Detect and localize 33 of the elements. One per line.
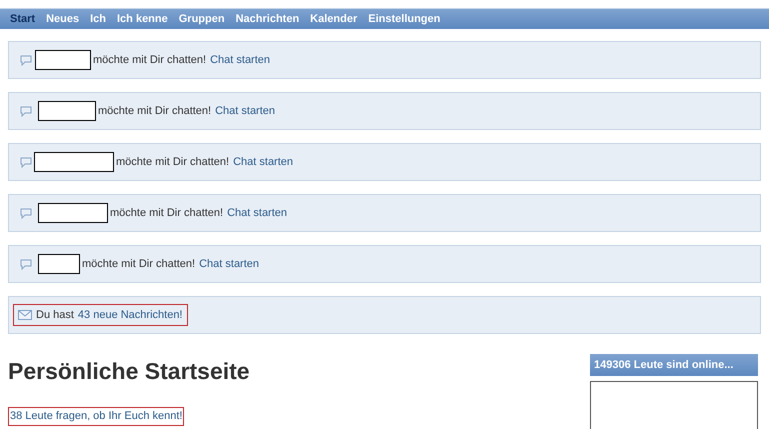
chat-request-text: möchte mit Dir chatten! [116, 154, 230, 170]
speech-bubble-icon [20, 54, 32, 66]
nav-tab[interactable]: Ich kenne [117, 10, 168, 28]
page-heading: Persönliche Startseite [8, 360, 251, 383]
speech-bubble-icon [20, 106, 32, 116]
nav-tab[interactable]: Gruppen [178, 10, 225, 28]
acquaintance-link[interactable]: 38 Leute fragen, ob Ihr Euch kennt! [8, 407, 184, 426]
nav-tab[interactable]: Neues [46, 10, 80, 28]
speech-bubble-icon [20, 208, 32, 218]
messages-text: Du hast [36, 308, 74, 323]
nav-tab[interactable]: Einstellungen [368, 10, 440, 28]
nav-tab[interactable]: Start [10, 10, 36, 28]
chat-request-text: möchte mit Dir chatten! [93, 52, 206, 68]
chat-start-link[interactable]: Chat starten [210, 52, 270, 68]
redacted-name-box [38, 203, 108, 223]
nav-tab[interactable]: Nachrichten [236, 10, 300, 28]
chat-start-link[interactable]: Chat starten [215, 102, 276, 120]
chat-request-text: möchte mit Dir chatten! [82, 256, 196, 272]
chat-start-link[interactable]: Chat starten [233, 154, 294, 170]
chat-start-link[interactable]: Chat starten [199, 256, 260, 272]
chat-start-link[interactable]: Chat starten [227, 204, 288, 222]
redacted-name-box [38, 254, 80, 274]
redacted-name-box [35, 50, 91, 70]
chat-request-text: möchte mit Dir chatten! [110, 206, 224, 221]
chat-request-text: möchte mit Dir chatten! [98, 104, 212, 119]
online-box-title: 149306 Leute sind online... [590, 354, 758, 376]
messages-link[interactable]: 43 neue Nachrichten! [78, 306, 182, 324]
redacted-name-box [38, 101, 96, 121]
speech-bubble-icon [20, 156, 32, 168]
nav-tab[interactable]: Ich [90, 10, 106, 28]
speech-bubble-icon [20, 258, 32, 270]
nav-tab[interactable]: Kalender [310, 10, 358, 28]
envelope-icon [18, 310, 32, 320]
